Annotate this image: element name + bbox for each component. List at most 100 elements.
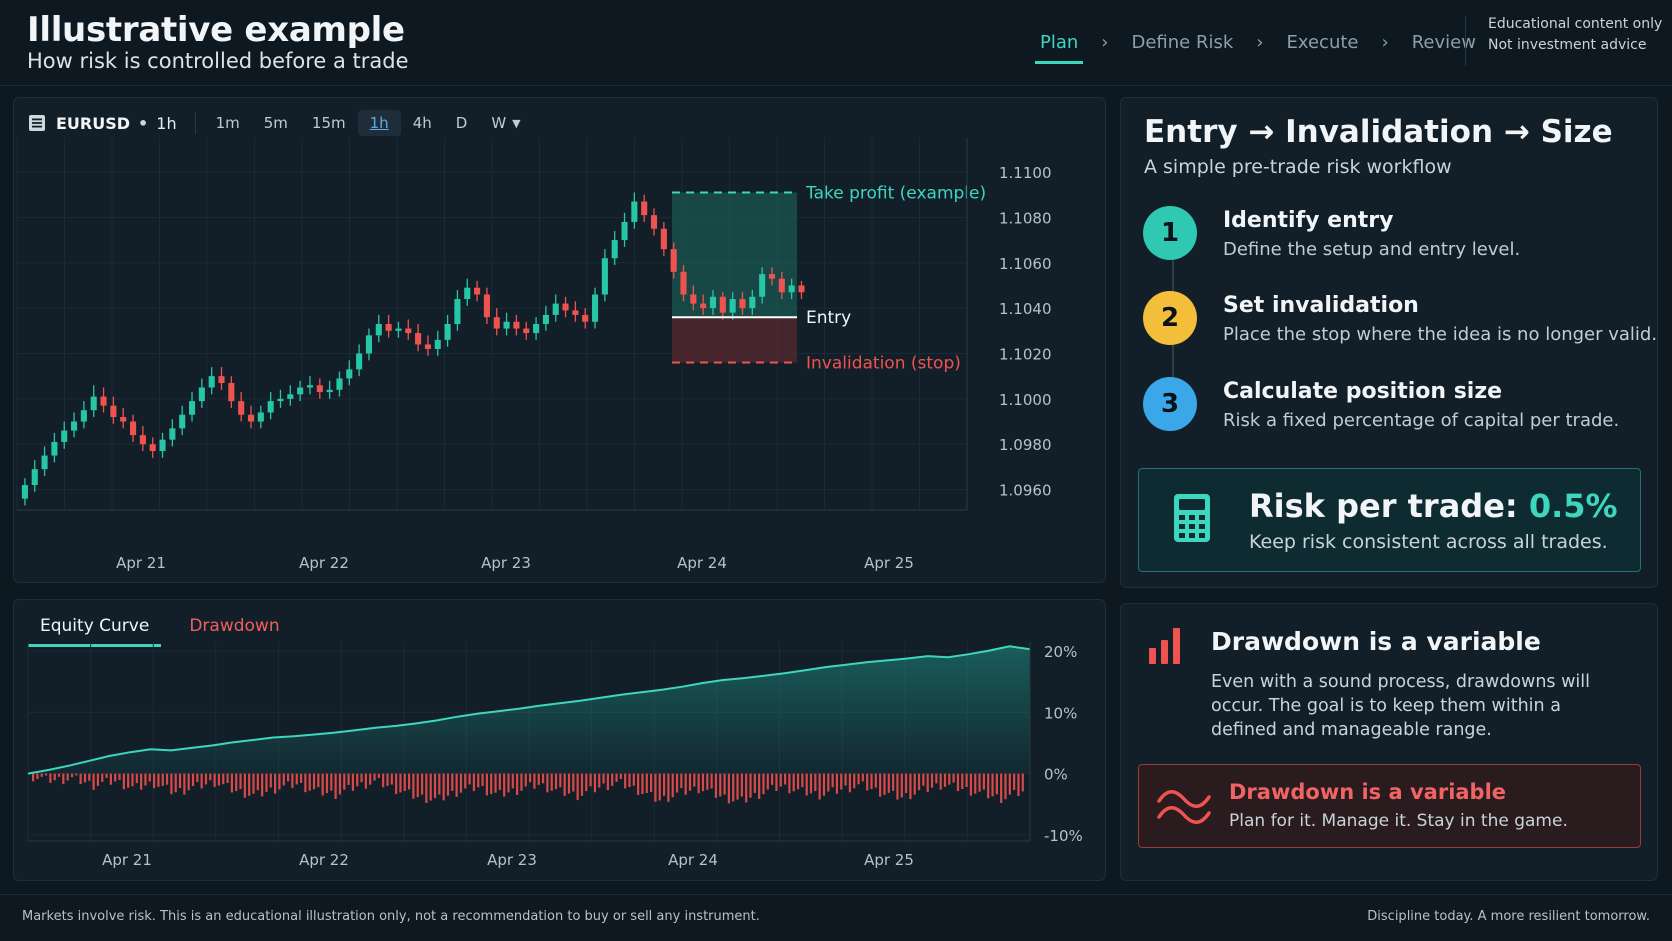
risk-disclaimer: Markets involve risk. This is an educati… xyxy=(22,909,760,924)
drawdown-bar xyxy=(529,773,532,783)
drawdown-bar xyxy=(343,773,346,790)
percent-tick-label: 0% xyxy=(1044,766,1068,784)
drawdown-bar xyxy=(472,773,476,792)
drawdown-bar xyxy=(286,773,290,782)
chevron-right-icon: › xyxy=(1101,32,1109,53)
drawdown-bar xyxy=(783,773,787,785)
drawdown-bar xyxy=(835,773,839,794)
candle-body xyxy=(80,410,87,422)
drawdown-bar xyxy=(148,773,151,782)
time-tick-label: Apr 21 xyxy=(102,851,152,869)
chevron-right-icon: › xyxy=(1256,32,1264,53)
equity-chart[interactable]: 20%10%0%-10% Apr 21 Apr 22 Apr 23 Apr 24 Apr… xyxy=(14,600,1107,882)
candle-body xyxy=(395,328,402,331)
candle-body xyxy=(51,441,58,456)
candle-body xyxy=(188,401,196,415)
candle-body xyxy=(287,394,294,399)
drawdown-bar xyxy=(688,773,692,791)
candle-body xyxy=(71,421,78,431)
drawdown-bar xyxy=(879,773,882,797)
drawdown-bar xyxy=(109,773,112,785)
drawdown-bar xyxy=(451,773,454,791)
drawdown-bar xyxy=(308,773,311,791)
candle-body xyxy=(21,485,28,499)
drawdown-bar xyxy=(943,773,947,787)
drawdown-bar xyxy=(814,773,817,792)
drawdown-bar xyxy=(407,773,411,790)
disclaimer-line: Not investment advice xyxy=(1488,37,1647,53)
drawdown-bar xyxy=(468,773,471,785)
price-tick-label: 1.1020 xyxy=(999,345,1052,363)
candle-body xyxy=(670,249,677,272)
step-title: Calculate position size xyxy=(1223,379,1503,404)
drawdown-bar xyxy=(338,773,342,795)
drawdown-bar xyxy=(412,773,415,799)
drawdown-bar xyxy=(745,773,748,803)
step-plan[interactable]: Plan xyxy=(1035,30,1084,64)
drawdown-bar xyxy=(403,773,406,791)
drawdown-bar xyxy=(788,773,791,794)
price-chart-panel: EURUSD • 1h 1m 5m 15m 1h 4h D W ▼ Take p… xyxy=(13,97,1106,583)
drawdown-bar xyxy=(675,773,679,793)
drawdown-bar xyxy=(861,773,864,782)
drawdown-bar xyxy=(844,773,847,786)
candle-body xyxy=(493,317,500,329)
drawdown-bar xyxy=(762,773,765,795)
risk-per-trade-card: Risk per trade: 0.5% Keep risk consisten… xyxy=(1138,468,1641,572)
step-number-badge: 1 xyxy=(1143,206,1197,260)
drawdown-bar xyxy=(265,773,268,792)
drawdown-bar xyxy=(248,773,251,796)
equity-panel: Equity Curve Drawdown 20% 10% 0% -10% Apr 2… xyxy=(13,599,1106,881)
workflow-steps-nav: Plan › Define Risk › Execute › Review xyxy=(1035,30,1481,64)
candle-body xyxy=(424,344,431,349)
drawdown-bar xyxy=(952,773,955,783)
drawdown-bar xyxy=(624,773,627,789)
risk-value: 0.5% xyxy=(1528,487,1618,525)
drawdown-bar xyxy=(995,773,998,795)
drawdown-bar xyxy=(749,773,752,798)
drawdown-bar xyxy=(710,773,713,789)
drawdown-bar xyxy=(948,773,951,785)
drawdown-bar xyxy=(386,773,389,786)
drawdown-bar xyxy=(736,773,739,800)
candle-body xyxy=(611,240,618,259)
page-subtitle: How risk is controlled before a trade xyxy=(27,49,409,73)
candle-body xyxy=(375,324,382,336)
candle-body xyxy=(709,296,717,309)
risk-description: Keep risk consistent across all trades. xyxy=(1249,531,1608,553)
step-title: Identify entry xyxy=(1223,208,1394,233)
candle-body xyxy=(218,376,225,383)
drawdown-bar xyxy=(961,773,964,789)
candle-body xyxy=(228,382,235,402)
drawdown-bar xyxy=(66,773,69,781)
step-review[interactable]: Review xyxy=(1407,30,1481,61)
drawdown-bar xyxy=(200,773,203,789)
price-tick-label: 1.1040 xyxy=(999,300,1052,318)
drawdown-bar xyxy=(965,773,968,787)
drawdown-bar xyxy=(554,773,558,790)
drawdown-bar xyxy=(840,773,843,790)
wave-icon xyxy=(1157,790,1211,824)
drawdown-bar xyxy=(870,773,873,790)
drawdown-bar xyxy=(883,773,886,795)
candle-body xyxy=(778,278,785,293)
drawdown-bar xyxy=(360,773,363,783)
drawdown-bar xyxy=(658,773,661,801)
drawdown-bar xyxy=(330,773,333,791)
step-execute[interactable]: Execute xyxy=(1282,30,1364,61)
drawdown-bar xyxy=(753,773,756,793)
candle-body xyxy=(277,398,284,402)
drawdown-bar xyxy=(827,773,830,792)
drawdown-bar xyxy=(299,773,303,783)
drawdown-bar xyxy=(204,773,208,785)
step-define-risk[interactable]: Define Risk xyxy=(1127,30,1239,61)
drawdown-bar xyxy=(671,773,674,798)
drawdown-bar xyxy=(356,773,359,787)
candle-body xyxy=(61,430,68,442)
time-tick-label: Apr 25 xyxy=(864,554,914,572)
drawdown-bar xyxy=(645,773,648,794)
drawdown-bar xyxy=(390,773,393,785)
drawdown-bar xyxy=(209,773,212,781)
drawdown-bar xyxy=(598,773,601,788)
price-chart[interactable]: Take profit (example) Entry Invalidation (… xyxy=(14,98,1107,584)
